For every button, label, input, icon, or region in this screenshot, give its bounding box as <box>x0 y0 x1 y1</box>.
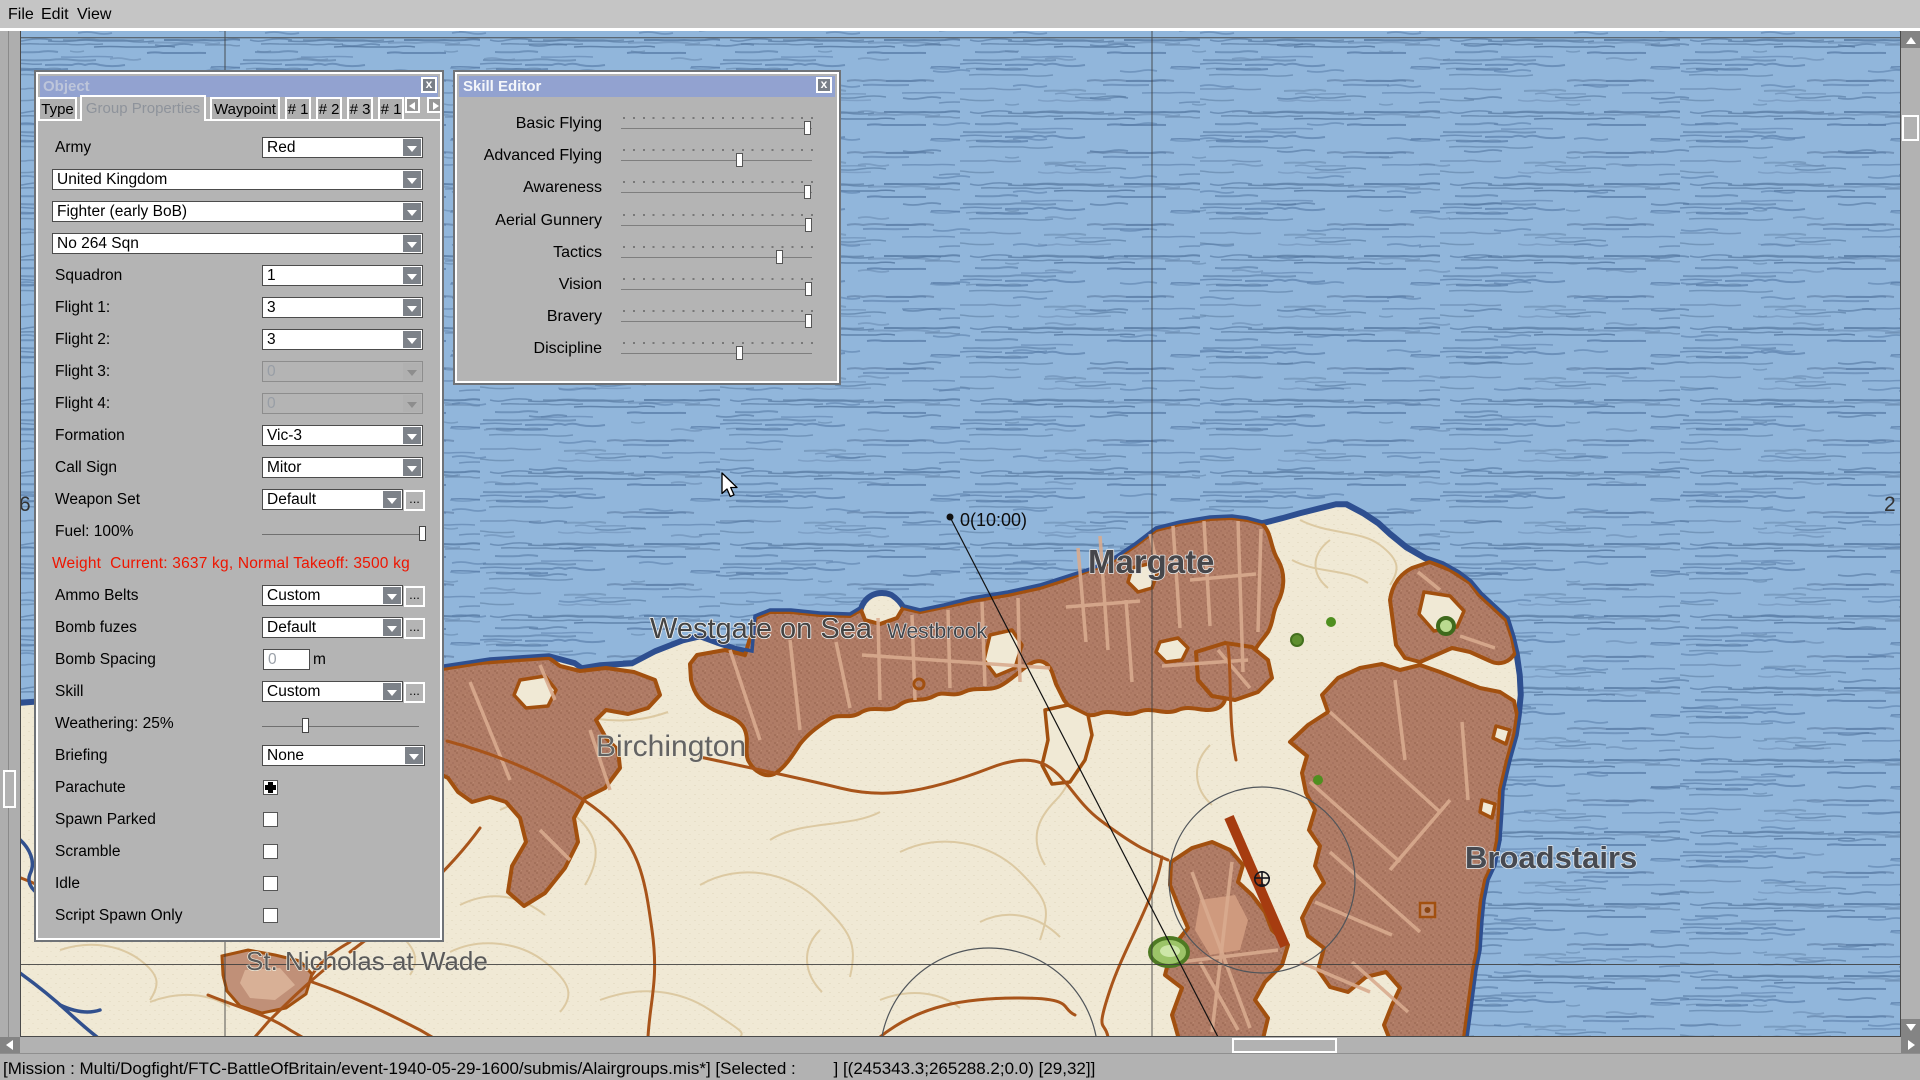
svg-text:2: 2 <box>1884 493 1896 516</box>
svg-text:6: 6 <box>21 493 31 516</box>
svg-text:Margate: Margate <box>1088 543 1215 580</box>
svg-text:Broadstairs: Broadstairs <box>1465 840 1637 875</box>
svg-text:Westgate on Sea: Westgate on Sea <box>650 613 873 645</box>
svg-text:Birchington: Birchington <box>596 730 746 763</box>
svg-text:St. Nicholas at Wade: St. Nicholas at Wade <box>246 946 488 976</box>
svg-text:Westbrook: Westbrook <box>887 620 987 643</box>
svg-text:0(10:00): 0(10:00) <box>960 510 1027 530</box>
